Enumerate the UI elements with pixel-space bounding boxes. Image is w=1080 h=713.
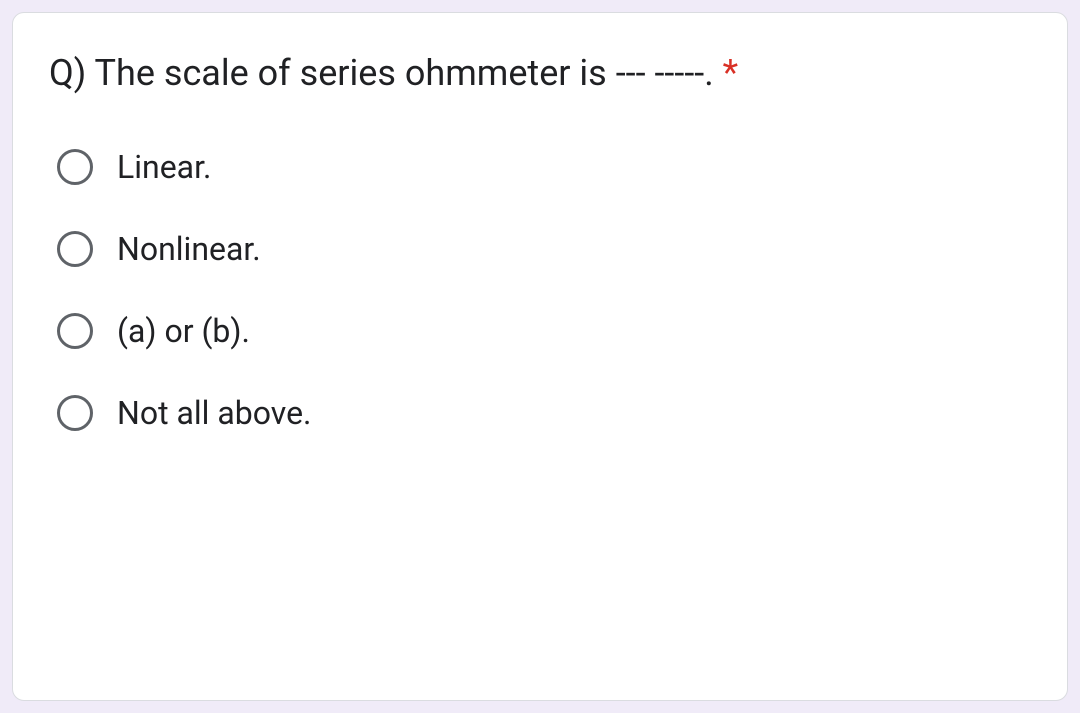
option-label: (a) or (b). [117, 312, 250, 350]
options-container: Linear. Nonlinear. (a) or (b). Not all a… [49, 148, 1031, 432]
option-row-linear[interactable]: Linear. [57, 148, 1031, 186]
radio-icon[interactable] [57, 149, 93, 185]
option-label: Linear. [117, 148, 211, 186]
option-row-nonlinear[interactable]: Nonlinear. [57, 230, 1031, 268]
option-label: Not all above. [117, 394, 311, 432]
option-label: Nonlinear. [117, 230, 261, 268]
required-asterisk: * [714, 52, 738, 94]
radio-icon[interactable] [57, 313, 93, 349]
option-row-a-or-b[interactable]: (a) or (b). [57, 312, 1031, 350]
radio-icon[interactable] [57, 231, 93, 267]
question-card: Q) The scale of series ohmmeter is --- -… [12, 12, 1068, 701]
question-text: Q) The scale of series ohmmeter is --- -… [49, 45, 1031, 103]
radio-icon[interactable] [57, 395, 93, 431]
question-prefix: Q) [49, 52, 95, 94]
question-body: The scale of series ohmmeter is --- ----… [95, 52, 714, 94]
option-row-not-all-above[interactable]: Not all above. [57, 394, 1031, 432]
